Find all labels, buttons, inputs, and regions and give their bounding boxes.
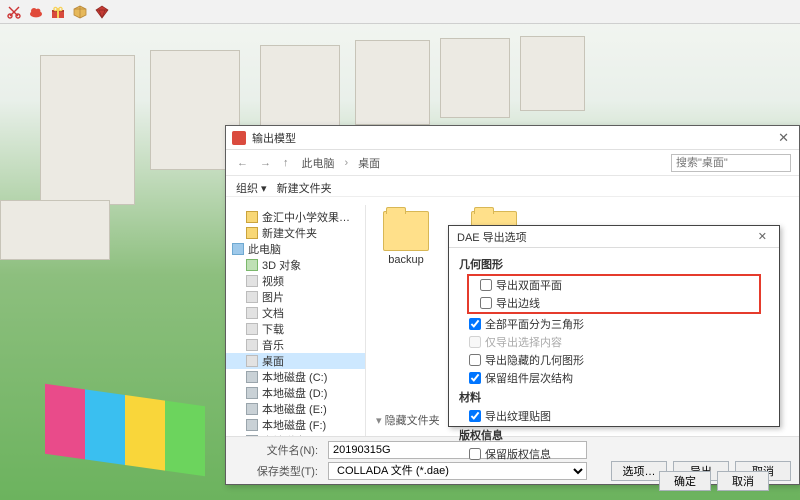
- search-input[interactable]: [671, 154, 791, 172]
- folder-icon: [246, 419, 258, 431]
- folder-icon: [246, 371, 258, 383]
- highlight-box: 导出双面平面 导出边线: [467, 274, 761, 314]
- sidebar-item[interactable]: 此电脑: [226, 241, 365, 257]
- organize-menu[interactable]: 组织 ▾: [236, 180, 267, 196]
- file-item[interactable]: backup: [376, 211, 436, 270]
- folder-icon: [246, 227, 258, 239]
- tool-gift-icon[interactable]: [50, 4, 66, 20]
- tool-diamond-icon[interactable]: [94, 4, 110, 20]
- dialog-title: 输出模型: [252, 130, 296, 146]
- sidebar-item[interactable]: 本地磁盘 (C:): [226, 369, 365, 385]
- group-geometry: 几何图形: [459, 256, 769, 272]
- chk-preserve-credits[interactable]: 保留版权信息: [459, 445, 769, 463]
- close-icon[interactable]: ✕: [754, 230, 771, 243]
- group-credits: 版权信息: [459, 427, 769, 443]
- tool-cube-icon[interactable]: [72, 4, 88, 20]
- folder-icon: [246, 355, 258, 367]
- sidebar-item-label: 本地磁盘 (E:): [262, 401, 327, 417]
- chk-triangulate[interactable]: 全部平面分为三角形: [459, 315, 769, 333]
- group-material: 材料: [459, 389, 769, 405]
- sidebar-item-label: 下载: [262, 321, 284, 337]
- folder-icon: [246, 339, 258, 351]
- colorful-building: [45, 384, 205, 476]
- folder-icon: [246, 275, 258, 287]
- sidebar-item[interactable]: 视频: [226, 273, 365, 289]
- sidebar-item-label: 此电脑: [248, 241, 281, 257]
- cancel-button[interactable]: 取消: [717, 471, 769, 491]
- sidebar-item[interactable]: 本地磁盘 (E:): [226, 401, 365, 417]
- sidebar-item-label: 金汇中小学效果…: [262, 209, 350, 225]
- sidebar-item-label: 新建文件夹: [262, 225, 317, 241]
- folder-icon: [246, 211, 258, 223]
- newfolder-button[interactable]: 新建文件夹: [277, 180, 332, 196]
- main-toolbar: [0, 0, 800, 24]
- sidebar-item-label: 图片: [262, 289, 284, 305]
- ok-button[interactable]: 确定: [659, 471, 711, 491]
- building: [520, 36, 585, 111]
- chk-export-tex[interactable]: 导出纹理贴图: [459, 407, 769, 425]
- sidebar-item-label: 3D 对象: [262, 257, 301, 273]
- crumb-folder[interactable]: 桌面: [354, 155, 384, 171]
- dae-options-dialog: DAE 导出选项 ✕ 几何图形 导出双面平面 导出边线 全部平面分为三角形 仅导…: [448, 225, 780, 427]
- folder-icon: [246, 307, 258, 319]
- sidebar-item-label: 桌面: [262, 353, 284, 369]
- chk-hidden-geom[interactable]: 导出隐藏的几何图形: [459, 351, 769, 369]
- building: [440, 38, 510, 118]
- file-name: backup: [376, 254, 436, 266]
- sidebar-item[interactable]: 新建文件夹: [226, 225, 365, 241]
- sidebar-item-label: 本地磁盘 (F:): [262, 417, 326, 433]
- dialog-nav: ← → ↑ 此电脑 › 桌面: [226, 150, 799, 176]
- sidebar-item-label: 音乐: [262, 337, 284, 353]
- folder-icon: [246, 323, 258, 335]
- folder-icon: [246, 387, 258, 399]
- dialog-titlebar[interactable]: 输出模型 ✕: [226, 126, 799, 150]
- sidebar-item[interactable]: 文档: [226, 305, 365, 321]
- sidebar-item[interactable]: 金汇中小学效果…: [226, 209, 365, 225]
- nav-up-icon[interactable]: ↑: [280, 157, 292, 169]
- sidebar-item[interactable]: 3D 对象: [226, 257, 365, 273]
- building: [40, 55, 135, 205]
- folder-tree[interactable]: 金汇中小学效果…新建文件夹此电脑3D 对象视频图片文档下载音乐桌面本地磁盘 (C…: [226, 205, 366, 467]
- options-titlebar[interactable]: DAE 导出选项 ✕: [449, 226, 779, 248]
- nav-fwd-icon[interactable]: →: [257, 157, 274, 169]
- chk-export-selection: 仅导出选择内容: [459, 333, 769, 351]
- sidebar-item[interactable]: 图片: [226, 289, 365, 305]
- close-icon[interactable]: ✕: [774, 130, 793, 146]
- app-icon: [232, 131, 246, 145]
- crumb-pc[interactable]: 此电脑: [298, 155, 339, 171]
- chk-preserve-hier[interactable]: 保留组件层次结构: [459, 369, 769, 387]
- folder-icon: [246, 403, 258, 415]
- sidebar-item-label: 文档: [262, 305, 284, 321]
- nav-back-icon[interactable]: ←: [234, 157, 251, 169]
- sidebar-item[interactable]: 下载: [226, 321, 365, 337]
- sidebar-item-label: 本地磁盘 (D:): [262, 385, 327, 401]
- building: [355, 40, 430, 125]
- sidebar-item[interactable]: 本地磁盘 (F:): [226, 417, 365, 433]
- hide-folders-toggle[interactable]: 隐藏文件夹: [376, 412, 440, 428]
- options-title: DAE 导出选项: [457, 229, 527, 245]
- folder-icon: [246, 291, 258, 303]
- sidebar-item-label: 本地磁盘 (C:): [262, 369, 327, 385]
- filename-label: 文件名(N):: [234, 442, 324, 458]
- tool-scissors-icon[interactable]: [6, 4, 22, 20]
- chk-two-sided[interactable]: 导出双面平面: [470, 276, 758, 294]
- folder-icon: [246, 259, 258, 271]
- sidebar-item-label: 视频: [262, 273, 284, 289]
- building: [0, 200, 110, 260]
- filetype-label: 保存类型(T):: [234, 463, 324, 479]
- folder-icon: [232, 243, 244, 255]
- sidebar-item[interactable]: 音乐: [226, 337, 365, 353]
- chevron-right-icon: ›: [345, 157, 349, 169]
- sidebar-item[interactable]: 桌面: [226, 353, 365, 369]
- tool-cloud-icon[interactable]: [28, 4, 44, 20]
- sidebar-item[interactable]: 本地磁盘 (D:): [226, 385, 365, 401]
- chk-edges[interactable]: 导出边线: [470, 294, 758, 312]
- folder-icon: [383, 211, 429, 251]
